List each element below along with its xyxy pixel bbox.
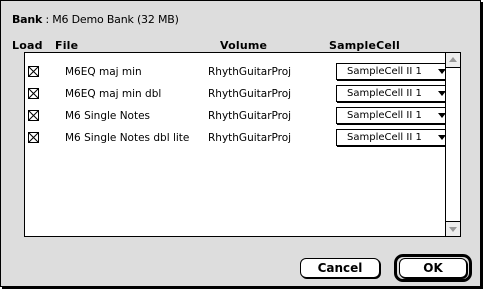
bank-info: Bank : M6 Demo Bank (32 MB) (12, 13, 179, 26)
table-row: M6 Single Notes dbl lite RhythGuitarProj… (25, 128, 452, 150)
load-checkbox[interactable] (28, 66, 39, 77)
samplecell-popup-label: SampleCell II 1 (347, 66, 422, 77)
bank-load-dialog: Bank : M6 Demo Bank (32 MB) Load File Vo… (0, 0, 481, 287)
bank-name: M6 Demo Bank (32 MB) (52, 13, 179, 26)
scroll-down-arrow-icon (449, 227, 457, 232)
file-name: M6 Single Notes (65, 110, 151, 122)
cancel-button[interactable]: Cancel (300, 258, 380, 278)
scroll-up-arrow-icon (449, 57, 457, 62)
load-checkbox[interactable] (28, 110, 39, 121)
file-list: M6EQ maj min RhythGuitarProj SampleCell … (24, 52, 461, 237)
volume-name: RhythGuitarProj (208, 88, 292, 100)
column-header-volume: Volume (220, 39, 268, 52)
checkmark-x-icon (29, 111, 38, 120)
checkmark-x-icon (29, 67, 38, 76)
column-header-load: Load (12, 39, 43, 52)
column-header-samplecell: SampleCell (329, 39, 400, 52)
bank-label: Bank (12, 13, 43, 26)
file-name: M6EQ maj min (65, 66, 142, 78)
volume-name: RhythGuitarProj (208, 66, 292, 78)
volume-name: RhythGuitarProj (208, 132, 292, 144)
table-row: M6 Single Notes RhythGuitarProj SampleCe… (25, 106, 452, 128)
load-checkbox[interactable] (28, 88, 39, 99)
ok-button[interactable]: OK (399, 258, 467, 278)
checkmark-x-icon (29, 89, 38, 98)
column-header-file: File (55, 39, 79, 52)
checkmark-x-icon (29, 133, 38, 142)
samplecell-popup[interactable]: SampleCell II 1 (336, 63, 452, 80)
samplecell-popup[interactable]: SampleCell II 1 (336, 129, 452, 146)
file-name: M6 Single Notes dbl lite (65, 132, 190, 144)
samplecell-popup-label: SampleCell II 1 (347, 110, 422, 121)
table-row: M6EQ maj min RhythGuitarProj SampleCell … (25, 62, 452, 84)
bank-separator: : (42, 13, 53, 26)
volume-name: RhythGuitarProj (208, 110, 292, 122)
table-row: M6EQ maj min dbl RhythGuitarProj SampleC… (25, 84, 452, 106)
samplecell-popup[interactable]: SampleCell II 1 (336, 107, 452, 124)
samplecell-popup-label: SampleCell II 1 (347, 88, 422, 99)
file-name: M6EQ maj min dbl (65, 88, 162, 100)
load-checkbox[interactable] (28, 132, 39, 143)
samplecell-popup-label: SampleCell II 1 (347, 132, 422, 143)
scroll-down-button[interactable] (446, 221, 460, 236)
vertical-scrollbar[interactable] (445, 53, 460, 236)
scroll-up-button[interactable] (446, 53, 460, 68)
samplecell-popup[interactable]: SampleCell II 1 (336, 85, 452, 102)
